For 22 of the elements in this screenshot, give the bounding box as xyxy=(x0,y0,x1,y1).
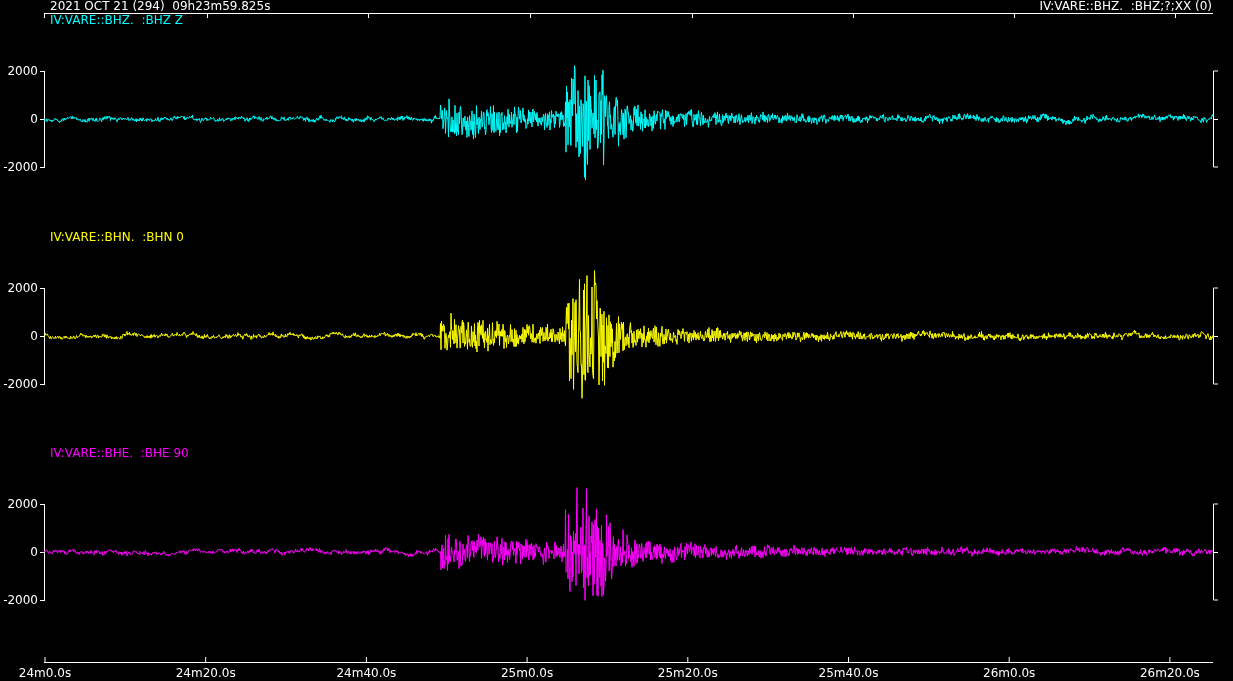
time-tick-label: 25m40.0s xyxy=(818,666,879,680)
time-tick-label: 25m0.0s xyxy=(500,666,554,680)
time-tick-label: 26m0.0s xyxy=(983,666,1036,680)
channel-label: IV:VARE::BHZ. :BHZ Z xyxy=(50,13,183,27)
amplitude-tick-label: -2000 xyxy=(3,377,38,391)
amplitude-tick-label: 0 xyxy=(30,545,38,559)
amplitude-tick-label: 2000 xyxy=(7,64,38,78)
channel-label: IV:VARE::BHN. :BHN 0 xyxy=(50,230,184,244)
channel-label: IV:VARE::BHE. :BHE 90 xyxy=(50,446,189,460)
time-tick-label: 24m0.0s xyxy=(18,666,72,680)
amplitude-tick-label: 2000 xyxy=(7,281,38,295)
date-time-label: 2021 OCT 21 (294) 09h23m59.825s xyxy=(50,0,271,13)
amplitude-tick-label: 0 xyxy=(30,329,38,343)
time-tick-label: 26m20.0s xyxy=(1139,666,1200,680)
amplitude-tick-label: -2000 xyxy=(3,593,38,607)
time-tick-label: 25m20.0s xyxy=(657,666,718,680)
station-info-label: IV:VARE::BHZ. :BHZ;?;XX (0) xyxy=(1039,0,1212,13)
amplitude-tick-label: 2000 xyxy=(7,497,38,511)
time-tick-label: 24m20.0s xyxy=(175,666,236,680)
amplitude-tick-label: -2000 xyxy=(3,160,38,174)
time-tick-label: 24m40.0s xyxy=(336,666,397,680)
amplitude-tick-label: 0 xyxy=(30,112,38,126)
